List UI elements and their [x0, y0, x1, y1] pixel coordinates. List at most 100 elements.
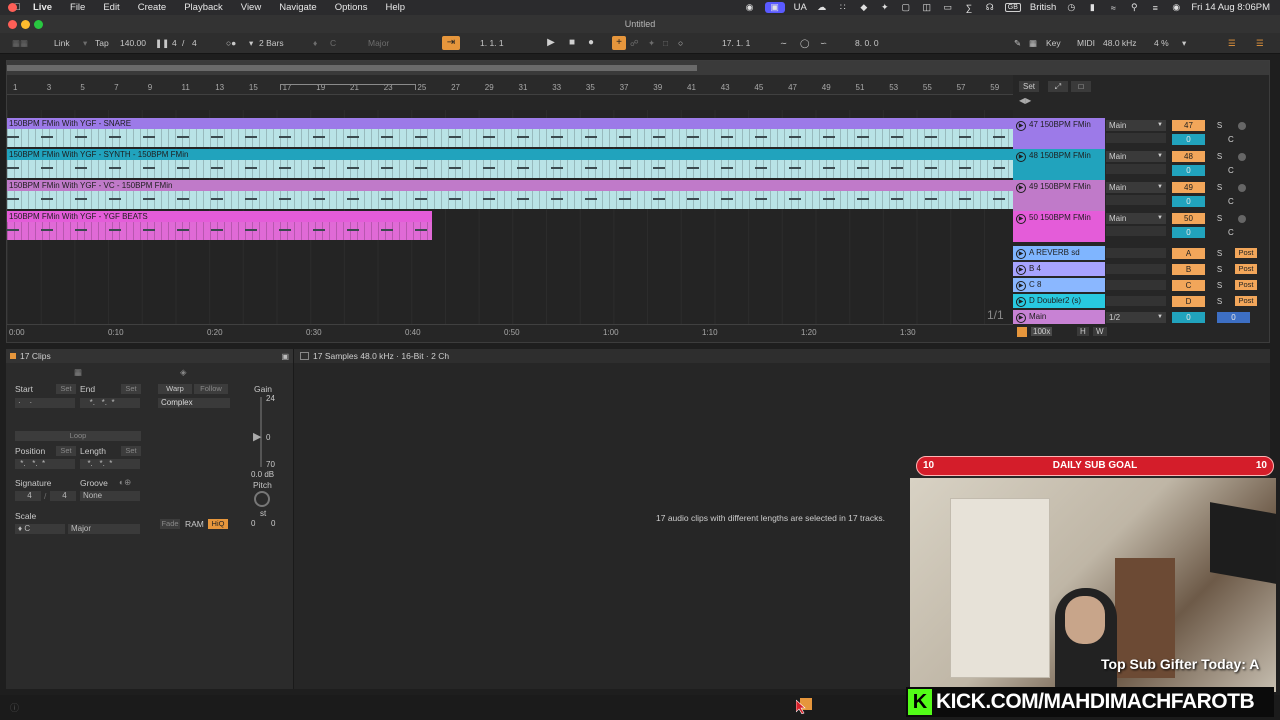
punch-in-icon[interactable]: ∼ [780, 38, 787, 49]
script-icon[interactable]: ∑ [963, 3, 975, 13]
punch-out-icon[interactable]: ∽ [820, 38, 827, 49]
track-activator-icon[interactable]: ▶ [1016, 121, 1026, 131]
track-activator-icon[interactable]: ▶ [1016, 281, 1026, 291]
monitor-icon[interactable]: ▭ [942, 2, 954, 13]
zoom-button[interactable] [34, 20, 43, 29]
groove-hotswap-icon[interactable]: ◐⊕ [119, 477, 131, 488]
detune-b[interactable]: 0 [271, 519, 275, 528]
tempo-field[interactable]: 140.00 [120, 38, 146, 48]
detune-a[interactable]: 0 [251, 519, 255, 528]
track-output-select[interactable]: Main ▼ [1106, 151, 1166, 162]
track-activator-icon[interactable]: ▶ [1016, 152, 1026, 162]
solo-button[interactable]: S [1213, 280, 1226, 291]
sample-expand-icon[interactable]: ◈ [180, 367, 187, 378]
return-track-header[interactable]: ▶ C 8 [1013, 278, 1105, 292]
return-output[interactable] [1106, 296, 1166, 306]
arm-button[interactable] [1238, 122, 1246, 130]
loop-start-field[interactable]: 17. 1. 1 [722, 38, 750, 48]
solo-button[interactable]: S [1213, 213, 1226, 224]
close-button[interactable] [8, 20, 17, 29]
post-button[interactable]: Post [1235, 264, 1257, 274]
pan-value[interactable]: C [1228, 228, 1234, 237]
hiq-button[interactable]: HiQ [208, 519, 228, 529]
solo-button[interactable]: S [1213, 296, 1226, 307]
track-output-sub[interactable] [1106, 133, 1166, 143]
set-locator-button[interactable]: Set [1019, 81, 1039, 92]
main-track-header[interactable]: ▶ Main [1013, 310, 1105, 324]
overview-visible-range[interactable] [7, 65, 697, 71]
window-icon[interactable]: ▢ [900, 2, 912, 13]
locator-nav-icons[interactable]: ◀▶ [1019, 96, 1031, 105]
menu-create[interactable]: Create [129, 2, 176, 13]
position-set-button[interactable]: Set [56, 446, 76, 456]
clip-scale-key[interactable]: ♦ C [15, 524, 65, 534]
siri-icon[interactable]: ◉ [1170, 2, 1182, 13]
arm-button[interactable] [1238, 215, 1246, 223]
diamond-icon[interactable]: ◆ [858, 2, 870, 13]
main-volume[interactable]: 0 [1172, 312, 1205, 323]
return-letter[interactable]: C [1172, 280, 1205, 291]
track-volume[interactable]: 0 [1172, 227, 1205, 238]
track-volume[interactable]: 0 [1172, 196, 1205, 207]
automation-arm-icon[interactable]: ☍ [630, 38, 639, 49]
scale-mode-icon[interactable]: ♦ [313, 38, 317, 48]
main-output-select[interactable]: 1/2 ▼ [1106, 312, 1166, 323]
menu-edit[interactable]: Edit [94, 2, 128, 13]
post-button[interactable]: Post [1235, 296, 1257, 306]
menu-view[interactable]: View [232, 2, 270, 13]
play-button[interactable]: ▶ [544, 36, 558, 50]
solo-button[interactable]: S [1213, 248, 1226, 259]
solo-button[interactable]: S [1213, 120, 1226, 131]
track-activator-icon[interactable]: ▶ [1016, 265, 1026, 275]
clip-scale-mode[interactable]: Major [68, 524, 140, 534]
zoom-icon[interactable] [1017, 327, 1027, 337]
stop-button[interactable]: ■ [565, 36, 579, 50]
start-set-button[interactable]: Set [56, 384, 76, 394]
screen-share-icon[interactable]: ▣ [764, 2, 785, 13]
return-track-header[interactable]: ▶ D Doubler2 (s) [1013, 294, 1105, 308]
pan-value[interactable]: C [1228, 166, 1234, 175]
track-activator-icon[interactable]: ▶ [1016, 249, 1026, 259]
time-sig-denominator[interactable]: 4 [192, 38, 197, 48]
info-toggle-icon[interactable]: ⓘ [10, 701, 19, 714]
arm-button[interactable] [1238, 184, 1246, 192]
track-output-sub[interactable] [1106, 195, 1166, 205]
return-letter[interactable]: A [1172, 248, 1205, 259]
main-pan[interactable]: 0 [1217, 312, 1250, 323]
re-enable-automation-icon[interactable]: ✦ [648, 38, 655, 49]
position-field[interactable]: *. *. * [15, 459, 75, 469]
search-icon[interactable]: ⚲ [1128, 2, 1140, 13]
audio-clip[interactable]: 150BPM FMin With YGF - SYNTH - 150BPM FM… [7, 149, 1013, 180]
groove-select[interactable]: None [80, 491, 140, 501]
track-number[interactable]: 49 [1172, 182, 1205, 193]
headphones-icon[interactable]: ☊ [984, 2, 996, 13]
track-activator-icon[interactable]: ▶ [1016, 183, 1026, 193]
return-letter[interactable]: B [1172, 264, 1205, 275]
track-volume[interactable]: 0 [1172, 165, 1205, 176]
solo-button[interactable]: S [1213, 151, 1226, 162]
end-set-button[interactable]: Set [121, 384, 141, 394]
loop-length-field[interactable]: 8. 0. 0 [855, 38, 879, 48]
post-button[interactable]: Post [1235, 248, 1257, 258]
arm-button[interactable] [1238, 153, 1246, 161]
beat-ruler[interactable]: 1 3 5 7 9 11 13 15 17 19 21 23 25 27 29 31 33 35 37 39 41 43 4… [7, 75, 1013, 95]
close-window-button[interactable] [8, 3, 17, 12]
time-machine-icon[interactable]: ◷ [1065, 2, 1077, 13]
key-map-button[interactable]: Key [1046, 38, 1061, 48]
return-letter[interactable]: D [1172, 296, 1205, 307]
track-number[interactable]: 47 [1172, 120, 1205, 131]
expand-icon[interactable]: ⤢ [1048, 81, 1068, 92]
session-record-icon[interactable]: ○ [678, 38, 683, 48]
menu-icon[interactable]: ☰ [1256, 38, 1264, 49]
width-toggle-w[interactable]: W [1093, 327, 1107, 336]
clock[interactable]: Fri 14 Aug 8:06PM [1191, 2, 1270, 13]
time-sig-numerator[interactable]: 4 [172, 38, 177, 48]
track-output-select[interactable]: Main ▼ [1106, 213, 1166, 224]
battery-icon[interactable]: ▮ [1086, 2, 1098, 13]
return-track-header[interactable]: ▶ A REVERB sd [1013, 246, 1105, 260]
ram-button[interactable]: RAM [185, 519, 204, 529]
song-position[interactable]: 1. 1. 1 [480, 38, 504, 48]
key-select[interactable]: C [330, 38, 336, 48]
track-activator-icon[interactable]: ▶ [1016, 214, 1026, 224]
menu-navigate[interactable]: Navigate [270, 2, 326, 13]
